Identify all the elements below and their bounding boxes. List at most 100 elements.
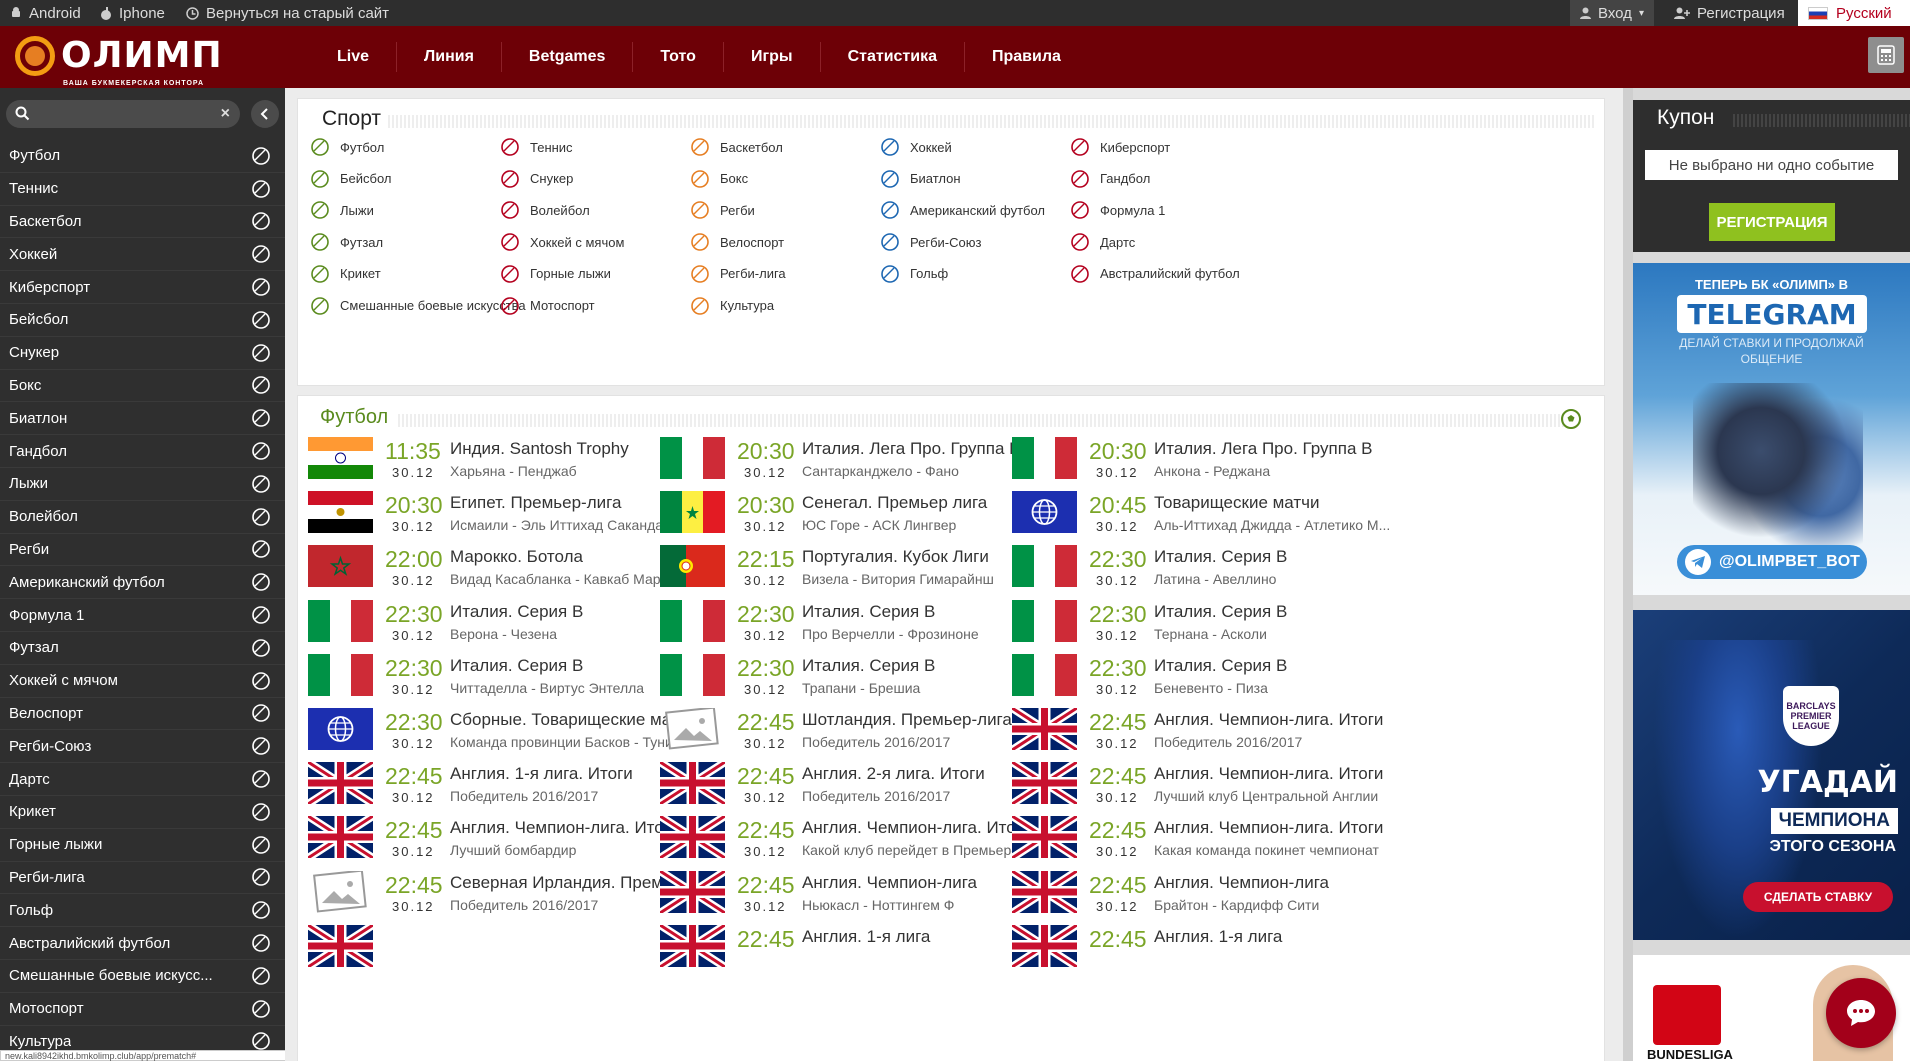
sidebar-item[interactable]: Гандбол (0, 435, 285, 468)
sport-link[interactable]: Лыжи (310, 200, 374, 220)
event-item[interactable]: 22:45 30.12 Англия. Чемпион-лига. Итоги Как… (1012, 810, 1432, 870)
make-bet-button[interactable]: СДЕЛАТЬ СТАВКУ (1743, 882, 1893, 912)
sidebar-item[interactable]: Бейсбол (0, 304, 285, 337)
sidebar-item[interactable]: Регби-Союз (0, 730, 285, 764)
sidebar-item[interactable]: Велоспорт (0, 698, 285, 731)
event-item[interactable]: 22:45 30.12 Англия. Чемпион-лига. Итоги Поб… (1012, 702, 1432, 762)
sport-link[interactable]: Горные лыжи (500, 264, 611, 284)
sport-link[interactable]: Формула 1 (1070, 200, 1165, 220)
event-time: 22:45 (737, 709, 795, 735)
sport-link[interactable]: Американский футбол (880, 200, 1045, 220)
search-input[interactable] (36, 104, 206, 124)
android-link[interactable]: Android (10, 0, 81, 26)
sport-icon (310, 232, 330, 252)
nav-item-2[interactable]: Betgames (502, 42, 634, 72)
sport-link[interactable]: Регби-Союз (880, 232, 981, 252)
sport-link[interactable]: Футбол (310, 137, 384, 157)
sport-link[interactable]: Велоспорт (690, 232, 784, 252)
sidebar-item[interactable]: Хоккей с мячом (0, 665, 285, 698)
sidebar-item-label: Дартс (9, 770, 50, 788)
sport-link[interactable]: Хоккей с мячом (500, 232, 624, 252)
sport-link[interactable]: Австралийский футбол (1070, 264, 1240, 284)
sidebar-item[interactable]: Теннис (0, 173, 285, 206)
sport-label: Гандбол (1100, 171, 1151, 187)
sport-link[interactable]: Киберспорт (1070, 137, 1170, 157)
sport-link[interactable]: Бейсбол (310, 169, 392, 189)
nav-item-3[interactable]: Тото (633, 42, 724, 72)
football-icon[interactable] (1560, 408, 1582, 430)
clear-search-icon[interactable]: × (221, 105, 230, 123)
event-item[interactable]: 20:45 30.12 Товарищеские матчи Аль-Иттихад … (1012, 485, 1432, 545)
sport-link[interactable]: Регби-лига (690, 264, 786, 284)
sport-link[interactable]: Смешанные боевые искусства (310, 296, 526, 316)
sidebar-item[interactable]: Дартс (0, 763, 285, 796)
sport-link[interactable]: Гандбол (1070, 169, 1150, 189)
language-selector[interactable]: Русский (1798, 0, 1910, 26)
sidebar-item[interactable]: Футбол (0, 140, 285, 173)
nav-item-6[interactable]: Правила (965, 42, 1088, 72)
sport-link[interactable]: Теннис (500, 137, 573, 157)
sport-link[interactable]: Хоккей (880, 137, 952, 157)
event-item[interactable]: 22:45 30.12 Англия. Чемпион-лига Брайтон - … (1012, 865, 1432, 925)
chat-button[interactable] (1826, 978, 1896, 1048)
sport-link[interactable]: Футзал (310, 232, 383, 252)
sidebar-item[interactable]: Волейбол (0, 501, 285, 534)
sidebar-item[interactable]: Футзал (0, 632, 285, 665)
event-item[interactable]: 22:30 30.12 Италия. Серия В Латина - Авелли… (1012, 539, 1432, 599)
sport-link[interactable]: Регби (690, 200, 755, 220)
sidebar-item[interactable]: Гольф (0, 894, 285, 928)
sport-link[interactable]: Бокс (690, 169, 748, 189)
register-link[interactable]: Регистрация (1664, 0, 1795, 26)
sport-label: Снукер (530, 171, 574, 187)
login-button[interactable]: Вход ▾ (1570, 0, 1654, 26)
sidebar-item[interactable]: Крикет (0, 796, 285, 829)
iphone-link[interactable]: Iphone (100, 0, 165, 26)
event-item[interactable]: 22:45 30.12 Англия. Чемпион-лига. Итоги Луч… (1012, 756, 1432, 816)
nav-item-1[interactable]: Линия (397, 42, 502, 72)
sidebar-item[interactable]: Формула 1 (0, 599, 285, 632)
telegram-banner[interactable]: ТЕПЕРЬ БК «ОЛИМП» В TELEGRAM ДЕЛАЙ СТАВК… (1633, 263, 1910, 595)
old-site-link[interactable]: Вернуться на старый сайт (186, 0, 389, 26)
sidebar-item[interactable]: Биатлон (0, 402, 285, 436)
sidebar-item[interactable]: Регби-лига (0, 862, 285, 895)
sport-link[interactable]: Гольф (880, 264, 948, 284)
logo[interactable]: ОЛИМП ВАША БУКМЕКЕРСКАЯ КОНТОРА (15, 36, 223, 87)
event-item[interactable]: 20:30 30.12 Италия. Лега Про. Группа В Анко… (1012, 431, 1432, 491)
calculator-button[interactable] (1868, 37, 1904, 73)
scrollbar-track[interactable] (1623, 88, 1633, 1061)
sidebar-item[interactable]: Бокс (0, 370, 285, 403)
collapse-sidebar-button[interactable] (251, 100, 279, 128)
event-item[interactable]: 22:45 Англия. 1-я лига (1012, 919, 1432, 979)
sidebar-item[interactable]: Регби (0, 534, 285, 567)
sidebar-item[interactable]: Снукер (0, 337, 285, 370)
sidebar-item[interactable]: Хоккей (0, 238, 285, 272)
telegram-bot-link[interactable]: @OLIMPBET_BOT (1677, 545, 1867, 579)
event-item[interactable]: 22:30 30.12 Италия. Серия В Тернана - Аскол… (1012, 594, 1432, 654)
sport-link[interactable]: Волейбол (500, 200, 590, 220)
sidebar-item[interactable]: Мотоспорт (0, 993, 285, 1026)
sidebar-item[interactable]: Горные лыжи (0, 829, 285, 862)
sidebar-item[interactable]: Смешанные боевые искусс... (0, 960, 285, 993)
sport-link[interactable]: Крикет (310, 264, 381, 284)
nav-item-0[interactable]: Live (310, 42, 398, 72)
sport-link[interactable]: Мотоспорт (500, 296, 595, 316)
event-item[interactable]: 22:30 30.12 Италия. Серия В Беневенто - Пиз… (1012, 648, 1432, 708)
sport-link[interactable]: Дартс (1070, 232, 1135, 252)
sidebar-item[interactable]: Американский футбол (0, 566, 285, 600)
sport-link[interactable]: Снукер (500, 169, 573, 189)
event-time: 22:30 (737, 600, 795, 627)
champion-banner[interactable]: BARCLAYS PREMIER LEAGUE УГАДАЙ ЧЕМПИОНА … (1633, 610, 1910, 940)
sport-link[interactable]: Культура (690, 296, 774, 316)
sidebar-item[interactable]: Баскетбол (0, 206, 285, 239)
sport-link[interactable]: Биатлон (880, 169, 961, 189)
nav-item-5[interactable]: Статистика (821, 42, 965, 72)
event-date: 30.12 (744, 844, 787, 860)
sport-icon (251, 703, 271, 723)
sport-icon (310, 200, 330, 220)
sidebar-item[interactable]: Австралийский футбол (0, 927, 285, 960)
sidebar-item[interactable]: Киберспорт (0, 271, 285, 304)
coupon-register-button[interactable]: РЕГИСТРАЦИЯ (1709, 203, 1835, 241)
sidebar-item[interactable]: Лыжи (0, 468, 285, 501)
sport-link[interactable]: Баскетбол (690, 137, 783, 157)
nav-item-4[interactable]: Игры (724, 42, 821, 72)
